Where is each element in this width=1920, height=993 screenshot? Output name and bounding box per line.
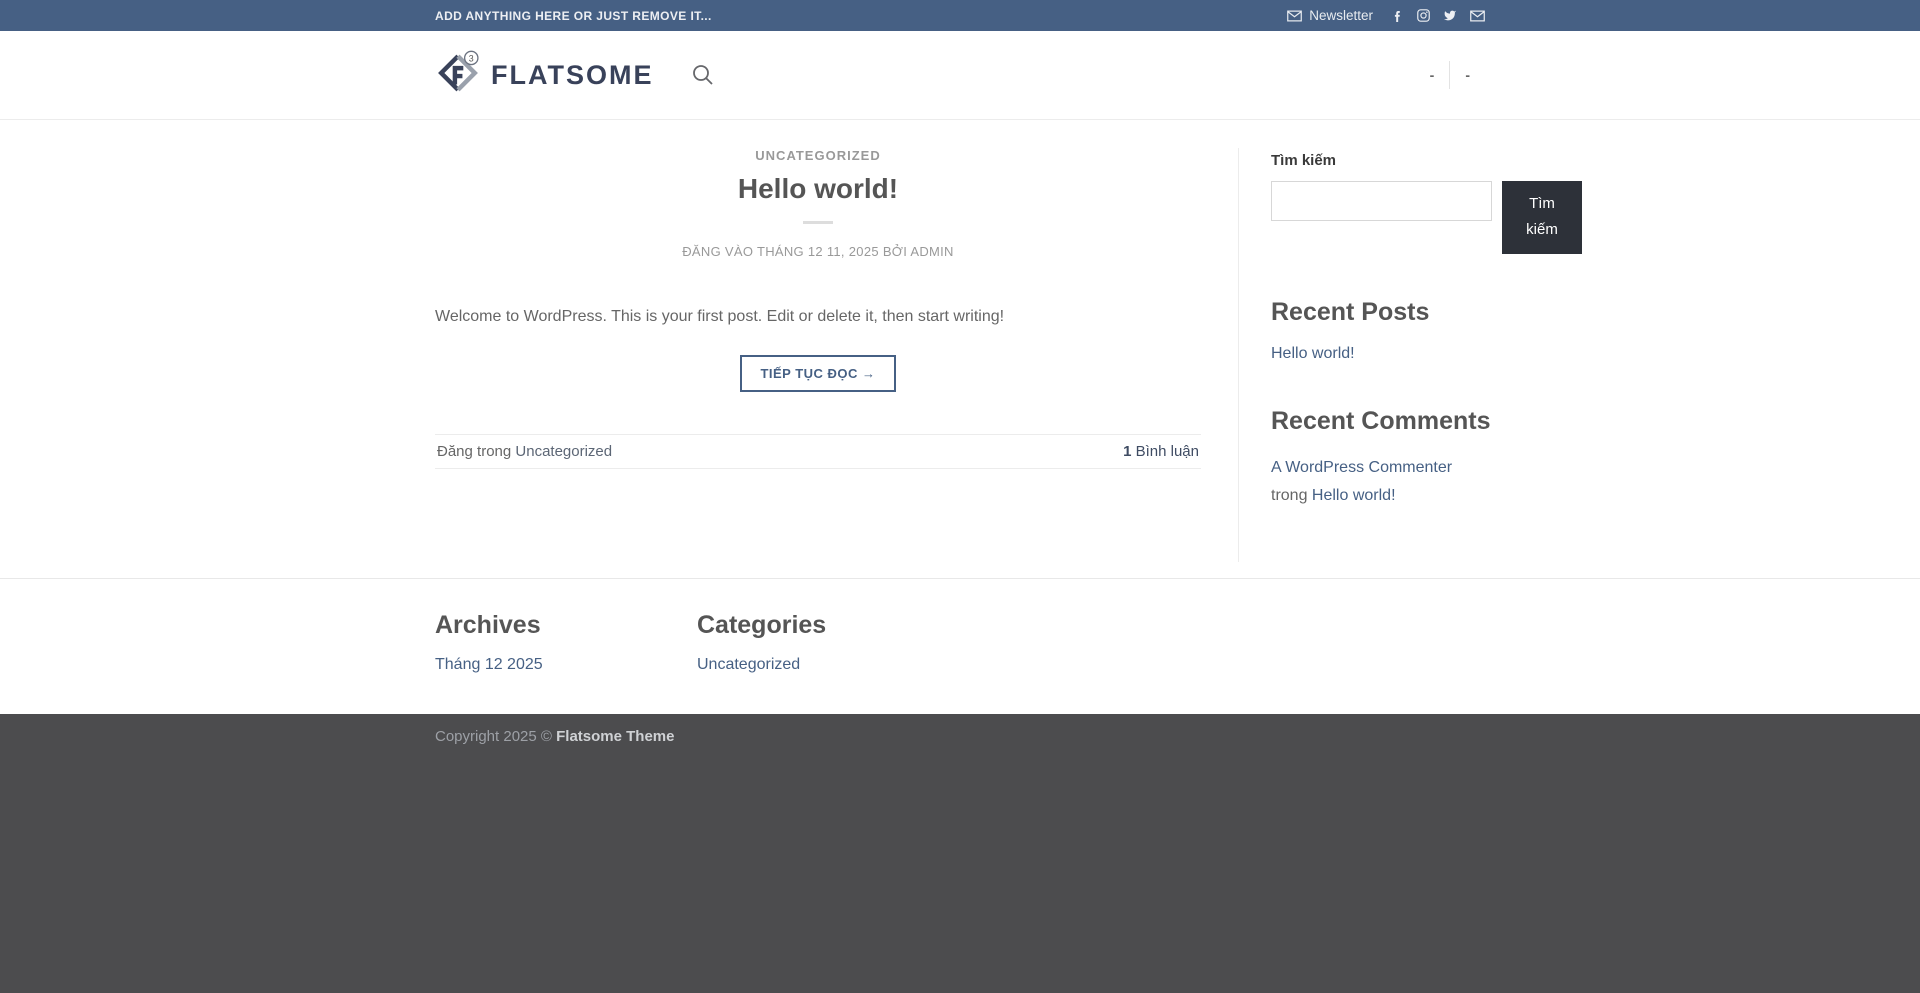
recent-posts-title: Recent Posts [1271,297,1430,326]
post-meta: ĐĂNG VÀO THÁNG 12 11, 2025 BỞI ADMIN [435,244,1201,259]
recent-comment-item: A WordPress Commenter trong Hello world! [1271,454,1486,510]
twitter-icon[interactable] [1443,9,1457,22]
newsletter-link[interactable]: Newsletter [1287,8,1373,23]
copyright-text: Copyright 2025 © Flatsome Theme [435,728,1485,745]
topbar-right: Newsletter [1287,8,1485,23]
logo-text: FLATSOME [491,59,654,90]
post-article: UNCATEGORIZED Hello world! ĐĂNG VÀO THÁN… [435,148,1201,469]
search-widget-label: Tìm kiếm [1271,152,1337,169]
main-row: UNCATEGORIZED Hello world! ĐĂNG VÀO THÁN… [435,120,1582,578]
title-divider [803,221,833,224]
logo-badge: 3 [469,53,474,63]
comment-author-link[interactable]: A WordPress Commenter [1271,459,1452,476]
posted-in: Đăng trong Uncategorized [437,443,612,460]
newsletter-label: Newsletter [1309,8,1373,23]
top-bar: ADD ANYTHING HERE OR JUST REMOVE IT... N… [0,0,1920,31]
comment-connector: trong [1271,486,1308,504]
nav-item-2[interactable]: - [1450,67,1485,83]
archive-link[interactable]: Tháng 12 2025 [435,656,543,673]
search-widget: Tìm kiếm Tìm kiếm [1271,152,1582,254]
nav-item-1[interactable]: - [1415,67,1450,83]
topbar-message: ADD ANYTHING HERE OR JUST REMOVE IT... [435,8,712,23]
categories-widget: Categories Uncategorized [697,611,959,674]
read-more-button[interactable]: TIẾP TỤC ĐỌC → [740,355,896,392]
post-category-link[interactable]: UNCATEGORIZED [435,148,1201,163]
post-footer-meta: Đăng trong Uncategorized 1 Bình luận [435,434,1201,469]
header-nav: - - [1415,61,1485,89]
site-logo[interactable]: 3 FLATSOME [435,50,653,101]
footer-widgets: Archives Tháng 12 2025 Categories Uncate… [0,578,1920,714]
instagram-icon[interactable] [1417,9,1430,22]
category-link[interactable]: Uncategorized [697,656,800,673]
post-title: Hello world! [737,173,899,204]
site-header: 3 FLATSOME - - [0,31,1920,120]
categories-title: Categories [697,611,827,639]
recent-post-link[interactable]: Hello world! [1271,345,1355,362]
comment-post-link[interactable]: Hello world! [1312,487,1396,504]
posted-in-category-link[interactable]: Uncategorized [515,443,612,460]
search-form: Tìm kiếm [1271,181,1582,254]
read-more-row: TIẾP TỤC ĐỌC → [435,355,1201,392]
meta-author-link[interactable]: ADMIN [910,244,953,259]
comments-link[interactable]: 1 Bình luận [1123,443,1199,460]
meta-prefix: ĐĂNG VÀO [682,244,754,259]
list-item: Uncategorized [697,656,959,674]
meta-date-link[interactable]: THÁNG 12 11, 2025 [757,244,879,259]
mail-icon [1287,10,1303,22]
recent-posts-widget: Recent Posts Hello world! [1271,298,1582,363]
page: ADD ANYTHING HERE OR JUST REMOVE IT... N… [0,0,1920,993]
social-links [1391,9,1485,22]
list-item: Tháng 12 2025 [435,656,697,674]
facebook-icon[interactable] [1391,9,1404,22]
meta-by: BỞI [882,244,908,259]
recent-comments-title: Recent Comments [1271,406,1491,435]
comments-label: Bình luận [1135,443,1199,460]
comments-count: 1 [1123,443,1132,460]
post-excerpt: Welcome to WordPress. This is your first… [435,308,1005,325]
copyright-prefix: Copyright 2025 © [435,728,552,745]
search-submit-button[interactable]: Tìm kiếm [1502,181,1582,254]
flatsome-logo-icon: 3 [435,50,481,101]
recent-comments-widget: Recent Comments A WordPress Commenter tr… [1271,407,1582,510]
email-icon[interactable] [1470,10,1485,22]
list-item: Hello world! [1271,345,1582,363]
copyright-brand: Flatsome Theme [556,728,675,745]
search-input[interactable] [1271,181,1492,221]
archives-title: Archives [435,611,541,639]
archives-widget: Archives Tháng 12 2025 [435,611,697,674]
post-header: UNCATEGORIZED Hello world! ĐĂNG VÀO THÁN… [435,148,1201,259]
copyright-bar: Copyright 2025 © Flatsome Theme [0,714,1920,993]
search-icon[interactable] [691,63,715,87]
sidebar: Tìm kiếm Tìm kiếm Recent Posts Hello wor… [1238,148,1582,562]
posted-in-prefix: Đăng trong [437,443,512,460]
